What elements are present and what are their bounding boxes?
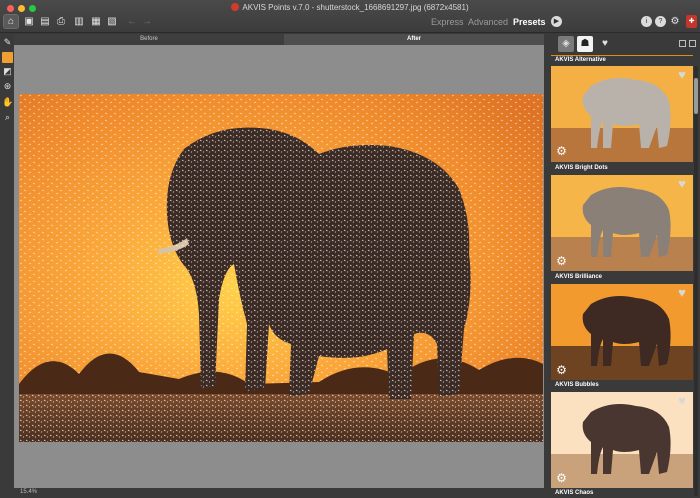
window-title-container: AKVIS Points v.7.0 - shutterstock_166869…: [0, 3, 700, 12]
favorite-heart-icon[interactable]: ♥: [675, 177, 689, 190]
preset-thumb-bubbles[interactable]: [551, 392, 693, 488]
redo-icon[interactable]: →: [139, 14, 155, 29]
status-bar: [14, 488, 544, 498]
preset-label-alternative: AKVIS Alternative: [555, 57, 606, 63]
hand-icon[interactable]: ✋: [2, 97, 13, 108]
print-icon[interactable]: ⎙: [53, 14, 69, 29]
zoom-level: 15.4%: [20, 489, 38, 495]
akvis-shop-icon[interactable]: ✚: [686, 15, 697, 28]
window-title: AKVIS Points v.7.0 - shutterstock_166869…: [242, 3, 469, 12]
save-file-icon[interactable]: ▤: [37, 14, 53, 29]
preset-thumb-bright-dots[interactable]: [551, 175, 693, 271]
presets-scrollbar[interactable]: [694, 66, 698, 496]
tab-before[interactable]: Before: [14, 34, 284, 45]
favorite-heart-icon[interactable]: ♥: [675, 286, 689, 299]
preset-settings-icon[interactable]: ⚙: [555, 145, 568, 158]
preset-settings-icon[interactable]: ⚙: [555, 364, 568, 377]
presets-scrollbar-thumb[interactable]: [694, 78, 698, 114]
undo-icon[interactable]: ←: [124, 14, 140, 29]
mode-advanced[interactable]: Advanced: [468, 17, 508, 27]
favorites-tab-icon[interactable]: ♥: [597, 36, 613, 52]
preferences-icon[interactable]: ▧: [104, 14, 120, 29]
view-tabs: Before After: [14, 34, 544, 45]
preset-settings-icon[interactable]: ⚙: [555, 472, 568, 485]
mode-presets[interactable]: Presets: [513, 17, 546, 27]
help-icon[interactable]: ?: [655, 16, 666, 27]
user-presets-tab-icon[interactable]: ☗: [577, 36, 593, 52]
preset-settings-icon[interactable]: ⚙: [555, 255, 568, 268]
akvis-logo-icon: [231, 3, 240, 11]
preset-thumb-brilliance[interactable]: [551, 284, 693, 380]
eraser-icon[interactable]: ◩: [2, 66, 13, 77]
favorite-heart-icon[interactable]: ♥: [675, 68, 689, 81]
list-view-icon[interactable]: [689, 40, 696, 47]
color-swatch[interactable]: [2, 52, 13, 63]
run-icon[interactable]: ▶: [551, 16, 562, 27]
favorite-heart-icon[interactable]: ♥: [675, 394, 689, 407]
share-icon[interactable]: ▦: [88, 14, 104, 29]
tab-after[interactable]: After: [284, 34, 544, 45]
home-icon[interactable]: ⌂: [3, 14, 19, 29]
preset-label-bright-dots: AKVIS Bright Dots: [555, 165, 608, 171]
stamp-icon[interactable]: ⊛: [2, 81, 13, 92]
batch-icon[interactable]: ▥: [71, 14, 87, 29]
grid-view-icon[interactable]: [679, 40, 686, 47]
selected-preset-highlight: [551, 55, 693, 56]
mode-express[interactable]: Express: [431, 17, 464, 27]
brush-tool-icon[interactable]: ✎: [2, 37, 13, 48]
preset-label-chaos: AKVIS Chaos: [555, 490, 594, 496]
settings-icon[interactable]: ⚙: [667, 14, 683, 29]
info-icon[interactable]: i: [641, 16, 652, 27]
preset-label-brilliance: AKVIS Brilliance: [555, 274, 603, 280]
akvis-presets-tab-icon[interactable]: ◈: [558, 36, 574, 52]
preset-label-bubbles: AKVIS Bubbles: [555, 382, 599, 388]
preset-thumb-alternative[interactable]: [551, 66, 693, 162]
result-image[interactable]: [19, 94, 543, 442]
zoom-icon[interactable]: ⌕: [2, 112, 13, 123]
open-file-icon[interactable]: ▣: [21, 14, 37, 29]
